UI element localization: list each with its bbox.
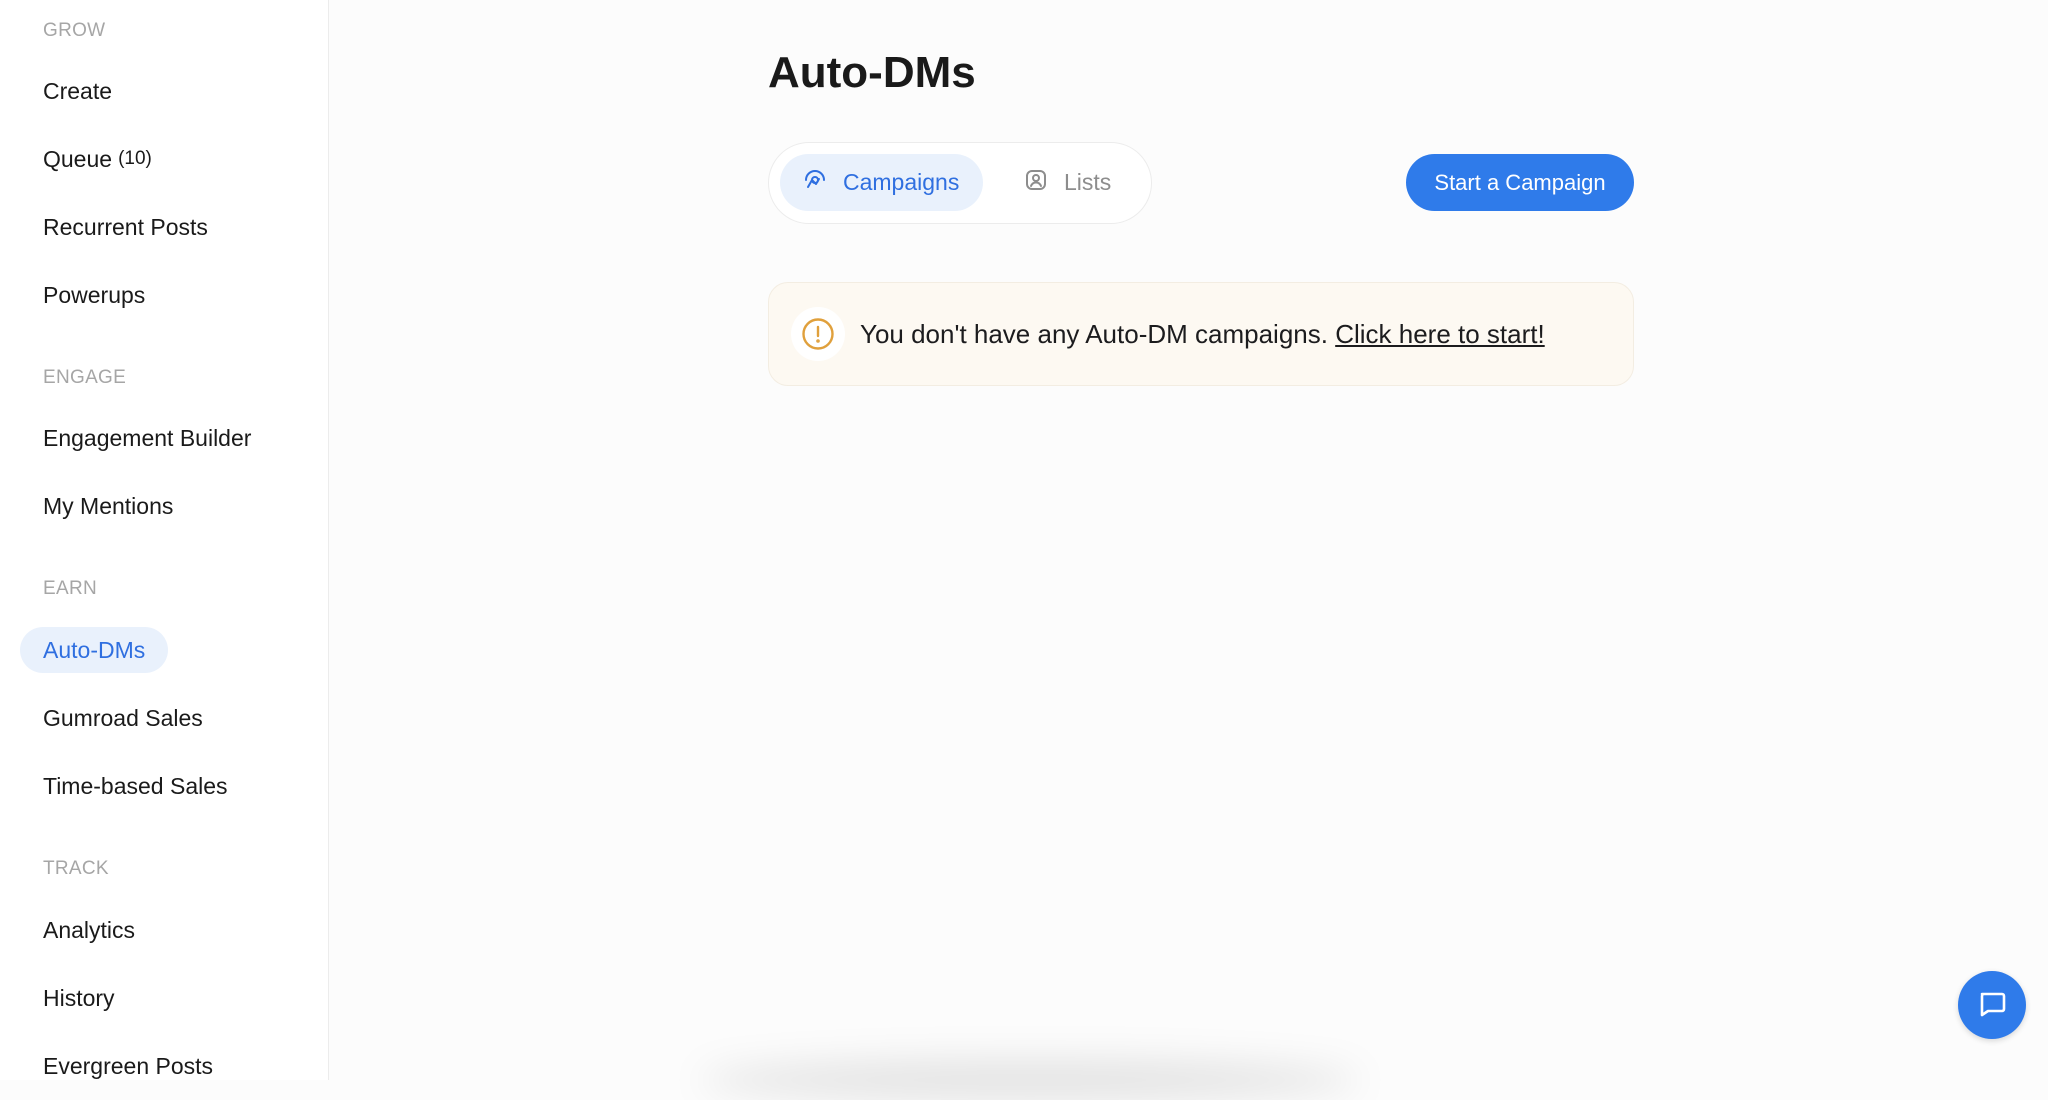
notice-text: You don't have any Auto-DM campaigns. Cl…: [860, 319, 1545, 350]
sidebar-item-create[interactable]: Create: [20, 68, 135, 114]
sidebar-item-queue[interactable]: Queue (10): [20, 136, 175, 182]
tab-lists[interactable]: Lists: [1024, 154, 1134, 211]
section-title-track: TRACK: [43, 858, 109, 879]
section-title-grow: GROW: [43, 20, 106, 41]
chat-bubble-icon: [1976, 987, 2008, 1024]
sidebar-item-label: History: [43, 984, 115, 1011]
sidebar-item-label: Recurrent Posts: [43, 213, 208, 240]
sidebar-item-auto-dms[interactable]: Auto-DMs: [20, 627, 169, 673]
queue-count: (10): [118, 148, 152, 169]
tab-label: Campaigns: [843, 169, 960, 195]
user-list-icon: [1024, 168, 1064, 198]
start-link[interactable]: Click here to start!: [1335, 319, 1545, 349]
sidebar-item-engagement-builder[interactable]: Engagement Builder: [20, 415, 274, 461]
tab-label: Lists: [1064, 169, 1112, 195]
sidebar-item-analytics[interactable]: Analytics: [20, 907, 158, 953]
sidebar-item-label: My Mentions: [43, 492, 174, 519]
sidebar-item-label: Auto-DMs: [43, 636, 146, 663]
notice-message: You don't have any Auto-DM campaigns.: [860, 318, 1336, 349]
sidebar-item-label: Create: [43, 77, 113, 104]
sidebar-item-recurrent-posts[interactable]: Recurrent Posts: [20, 204, 231, 250]
sidebar-item-label: Queue: [43, 145, 113, 172]
page-title: Auto-DMs: [768, 48, 976, 97]
sidebar-item-time-based-sales[interactable]: Time-based Sales: [20, 763, 251, 809]
campaign-icon: [803, 168, 843, 198]
bottom-shadow: [700, 1060, 1360, 1100]
sidebar-item-my-mentions[interactable]: My Mentions: [20, 483, 196, 529]
sidebar-item-powerups[interactable]: Powerups: [20, 272, 168, 318]
sidebar-item-label: Powerups: [43, 281, 146, 308]
empty-state-notice: You don't have any Auto-DM campaigns. Cl…: [768, 282, 1634, 386]
chat-button[interactable]: [1958, 971, 2026, 1039]
tab-campaigns[interactable]: Campaigns: [780, 154, 983, 211]
sidebar-item-label: Evergreen Posts: [43, 1052, 214, 1079]
sidebar-item-label: Analytics: [43, 916, 136, 943]
sidebar: GROW Create Queue (10) Recurrent Posts Po…: [0, 0, 329, 1080]
sidebar-item-gumroad-sales[interactable]: Gumroad Sales: [20, 695, 226, 741]
alert-circle-icon: [791, 307, 845, 361]
sidebar-item-label: Engagement Builder: [43, 424, 252, 451]
tab-bar: Campaigns Lists: [768, 142, 1152, 224]
sidebar-item-label: Time-based Sales: [43, 772, 228, 799]
section-title-earn: EARN: [43, 578, 97, 599]
sidebar-item-history[interactable]: History: [20, 975, 138, 1021]
sidebar-item-label: Gumroad Sales: [43, 704, 203, 731]
sidebar-item-evergreen-posts[interactable]: Evergreen Posts: [20, 1043, 236, 1089]
start-campaign-button[interactable]: Start a Campaign: [1406, 154, 1634, 211]
section-title-engage: ENGAGE: [43, 367, 127, 388]
